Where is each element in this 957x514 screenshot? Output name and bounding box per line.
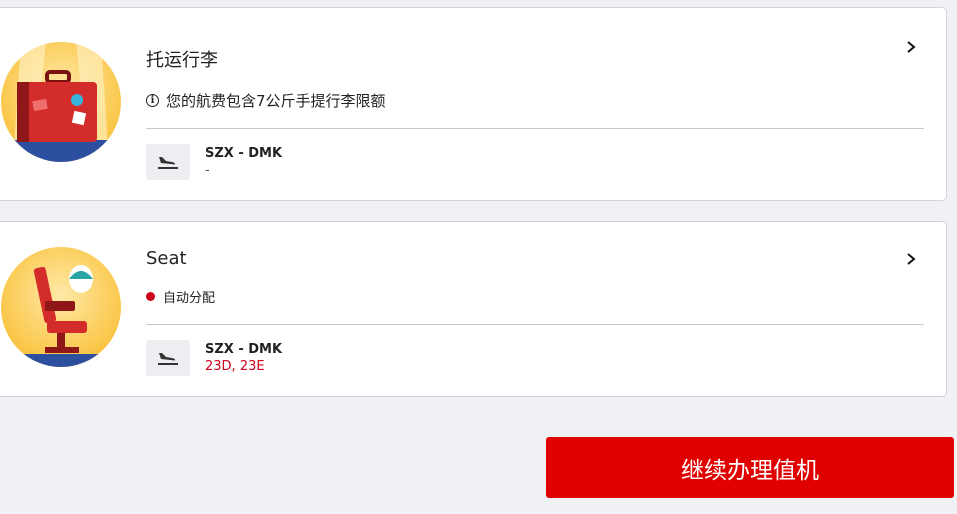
seat-illustration bbox=[1, 247, 121, 367]
seat-title: Seat bbox=[146, 248, 187, 269]
baggage-illustration bbox=[1, 42, 121, 162]
seat-detail: 23D, 23E bbox=[205, 359, 265, 374]
seat-status-text: 自动分配 bbox=[163, 291, 216, 306]
continue-checkin-button[interactable]: 继续办理值机 bbox=[546, 437, 954, 498]
flight-landing-icon bbox=[146, 144, 190, 180]
baggage-info-row: i 您的航费包含7公斤手提行李限额 bbox=[146, 90, 386, 111]
baggage-route: SZX - DMK bbox=[205, 146, 283, 161]
divider bbox=[146, 128, 924, 129]
baggage-card[interactable]: 托运行李 i 您的航费包含7公斤手提行李限额 SZX - DMK - bbox=[0, 7, 947, 201]
divider bbox=[146, 324, 924, 325]
flight-landing-icon bbox=[146, 340, 190, 376]
chevron-right-icon[interactable] bbox=[904, 40, 918, 54]
chevron-right-icon[interactable] bbox=[904, 252, 918, 266]
baggage-title: 托运行李 bbox=[146, 50, 218, 71]
baggage-detail: - bbox=[205, 163, 210, 178]
seat-route: SZX - DMK bbox=[205, 342, 283, 357]
info-icon: i bbox=[146, 94, 159, 107]
status-dot-icon bbox=[146, 292, 155, 301]
seat-card[interactable]: Seat 自动分配 SZX - DMK 23D, 23E bbox=[0, 221, 947, 397]
baggage-info-text: 您的航费包含7公斤手提行李限额 bbox=[166, 92, 386, 110]
seat-status-row: 自动分配 bbox=[146, 287, 215, 306]
